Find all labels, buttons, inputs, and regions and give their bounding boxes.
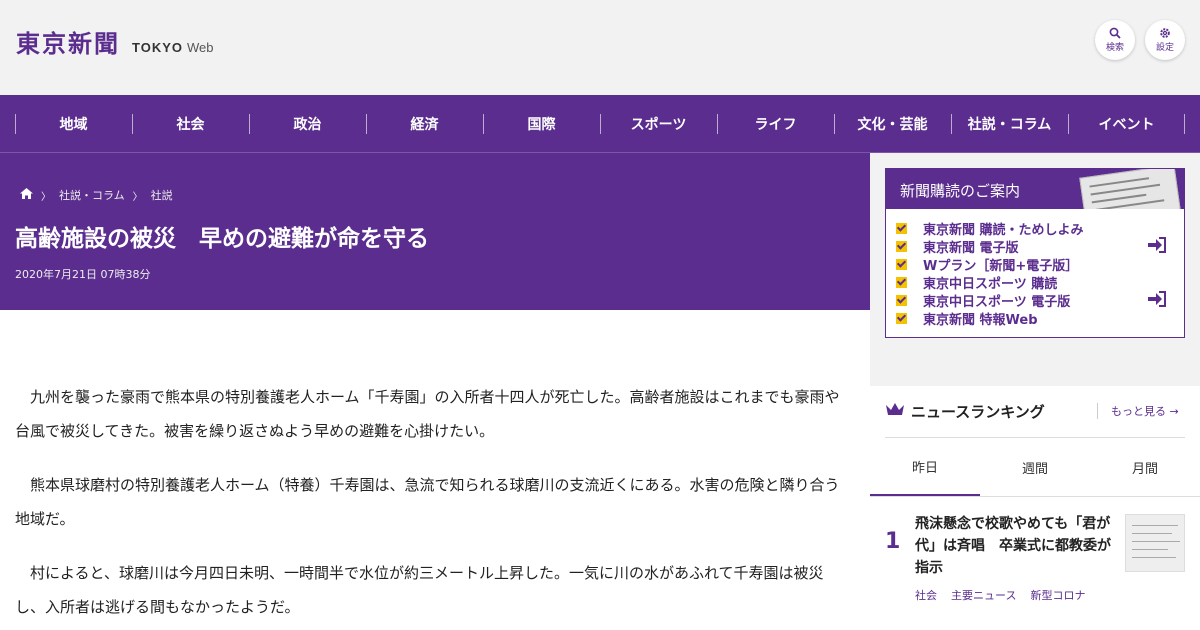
site-logo[interactable]: 東京新聞 TOKYO Web [16, 24, 214, 59]
tag-link[interactable]: 主要ニュース [951, 587, 1016, 603]
checkbox-icon [896, 222, 907, 234]
nav-item-editorial[interactable]: 社説・コラム [951, 95, 1068, 152]
newspaper-icon [1079, 169, 1181, 209]
subscription-item[interactable]: 東京中日スポーツ 購読 [896, 273, 1184, 292]
subscription-item[interactable]: 東京新聞 特報Web [896, 309, 1184, 328]
site-header: 東京新聞 TOKYO Web 検索 設定 [0, 0, 1200, 95]
article-paragraph: 村によると、球磨川は今月四日未明、一時間半で水位が約三メートル上昇した。一気に川… [15, 564, 824, 616]
subscription-item[interactable]: Wプラン［新聞+電子版］ [896, 255, 1184, 274]
subscription-list: 東京新聞 購読・ためしよみ 東京新聞 電子版 Wプラン［新聞+電子版］ 東京中日… [886, 209, 1184, 328]
sidebar: 新聞購読のご案内 東京新聞 購読・ためしよみ 東京新聞 電子版 Wプラン［新聞+… [870, 153, 1200, 630]
checkbox-icon [896, 258, 907, 270]
logo-tokyo: TOKYO [132, 40, 183, 55]
checkbox-icon [896, 312, 907, 324]
subscription-item-label: 東京新聞 電子版 [923, 240, 1019, 256]
login-icon[interactable] [1148, 237, 1166, 257]
settings-label: 設定 [1155, 43, 1174, 53]
nav-item-life[interactable]: ライフ [717, 95, 834, 152]
subscription-item[interactable]: 東京新聞 購読・ためしよみ [896, 219, 1184, 238]
ranking-thumbnail[interactable] [1125, 514, 1185, 572]
subscription-header: 新聞購読のご案内 [886, 169, 1184, 209]
tag-link[interactable]: 社会 [915, 587, 937, 603]
tag-link[interactable]: 新型コロナ [1030, 587, 1085, 603]
nav-item-culture[interactable]: 文化・芸能 [834, 95, 951, 152]
nav-item-society[interactable]: 社会 [132, 95, 249, 152]
more-link-label: もっと見る [1111, 405, 1166, 418]
subscription-box: 新聞購読のご案内 東京新聞 購読・ためしよみ 東京新聞 電子版 Wプラン［新聞+… [885, 168, 1185, 338]
nav-item-region[interactable]: 地域 [15, 95, 132, 152]
ranking-tags: 社会 主要ニュース 新型コロナ [915, 587, 1085, 603]
subscription-item-label: 東京中日スポーツ 購読 [923, 276, 1058, 292]
ranking-tabs: 昨日 週間 月間 [870, 438, 1200, 496]
nav-item-economy[interactable]: 経済 [366, 95, 483, 152]
ranking-title: ニュースランキング [911, 403, 1045, 421]
checkbox-icon [896, 294, 907, 306]
tab-monthly[interactable]: 月間 [1090, 438, 1200, 496]
nav-item-events[interactable]: イベント [1068, 95, 1185, 152]
logo-kanji: 東京新聞 [16, 29, 120, 58]
main-nav: 地域 社会 政治 経済 国際 スポーツ ライフ 文化・芸能 社説・コラム イベン… [0, 95, 1200, 153]
subscription-item[interactable]: 東京新聞 電子版 [896, 237, 1184, 256]
subscription-item[interactable]: 東京中日スポーツ 電子版 [896, 291, 1184, 310]
nav-item-sports[interactable]: スポーツ [600, 95, 717, 152]
nav-item-international[interactable]: 国際 [483, 95, 600, 152]
checkbox-icon [896, 240, 907, 252]
ranking-item-title[interactable]: 飛沫懸念で校歌やめても「君が代」は斉唱 卒業式に都教委が指示 [915, 513, 1115, 579]
more-link[interactable]: もっと見る → [1097, 403, 1179, 419]
article-title: 高齢施設の被災 早めの避難が命を守る [15, 226, 429, 252]
chevron-right-icon: 〉 [41, 191, 51, 203]
subscription-item-label: Wプラン［新聞+電子版］ [923, 258, 1079, 274]
breadcrumb: 〉 社説・コラム 〉 社説 [20, 187, 173, 203]
article-paragraph: 熊本県球磨村の特別養護老人ホーム（特養）千寿園は、急流で知られる球磨川の支流近く… [15, 476, 840, 528]
breadcrumb-editorial[interactable]: 社説 [151, 187, 173, 203]
article-body: 九州を襲った豪雨で熊本県の特別養護老人ホーム「千寿園」の入所者十四人が死亡した。… [0, 310, 870, 630]
rank-number: 1 [885, 529, 901, 554]
gear-icon [1159, 27, 1171, 41]
logo-web: Web [187, 40, 214, 55]
login-icon[interactable] [1148, 291, 1166, 311]
chevron-right-icon: 〉 [132, 191, 143, 203]
subscription-item-label: 東京中日スポーツ 電子版 [923, 294, 1071, 310]
subscription-item-label: 東京新聞 特報Web [923, 312, 1038, 328]
article-date: 2020年7月21日 07時38分 [15, 268, 151, 281]
search-label: 検索 [1105, 43, 1124, 53]
crown-icon [885, 402, 905, 422]
tab-yesterday[interactable]: 昨日 [870, 438, 980, 496]
subscription-title: 新聞購読のご案内 [900, 182, 1021, 200]
checkbox-icon [896, 276, 907, 288]
settings-button[interactable]: 設定 [1145, 20, 1185, 60]
breadcrumb-editorial-column[interactable]: 社説・コラム [59, 187, 125, 203]
search-button[interactable]: 検索 [1095, 20, 1135, 60]
subscription-item-label: 東京新聞 購読・ためしよみ [923, 222, 1084, 238]
arrow-right-icon: → [1169, 405, 1179, 418]
search-icon [1109, 27, 1121, 41]
tab-weekly[interactable]: 週間 [980, 438, 1090, 496]
news-ranking: ニュースランキング もっと見る → 昨日 週間 月間 1 飛沫懸念で校歌やめても… [870, 386, 1200, 630]
ranking-header: ニュースランキング [885, 401, 1045, 422]
article-header: 〉 社説・コラム 〉 社説 高齢施設の被災 早めの避難が命を守る 2020年7月… [0, 153, 870, 310]
article-paragraph: 九州を襲った豪雨で熊本県の特別養護老人ホーム「千寿園」の入所者十四人が死亡した。… [15, 388, 840, 440]
home-icon[interactable] [20, 188, 33, 202]
ranking-item[interactable]: 1 飛沫懸念で校歌やめても「君が代」は斉唱 卒業式に都教委が指示 社会 主要ニュ… [870, 497, 1200, 627]
nav-item-politics[interactable]: 政治 [249, 95, 366, 152]
